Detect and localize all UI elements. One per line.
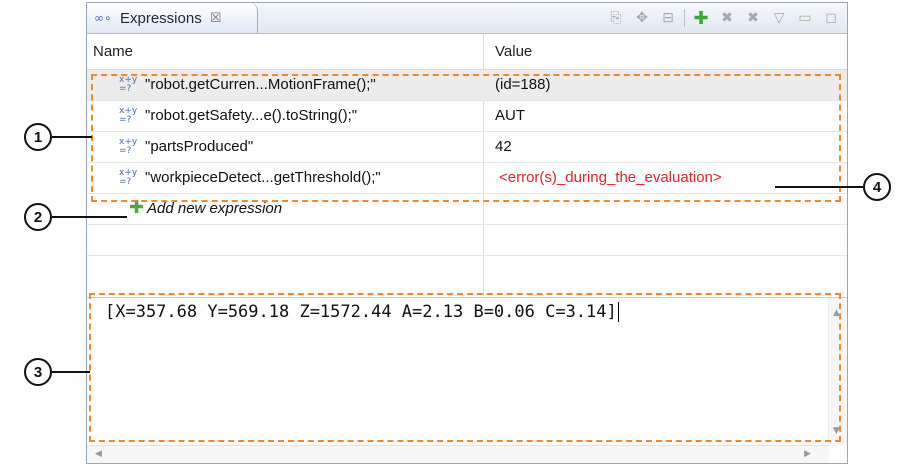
- callout-2-leader: [52, 216, 127, 218]
- toolbar-separator: [684, 9, 685, 27]
- empty-row: [87, 225, 847, 256]
- minimize-icon[interactable]: ▭: [795, 8, 815, 28]
- add-new-expression-label[interactable]: Add new expression: [147, 200, 282, 217]
- maximize-icon[interactable]: ◻: [821, 8, 841, 28]
- callout-3: 3: [24, 358, 52, 386]
- show-type-names-icon[interactable]: ⎘: [606, 8, 626, 28]
- remove-all-expressions-icon[interactable]: ✖: [743, 8, 763, 28]
- horizontal-scrollbar[interactable]: ◀ ▶: [87, 445, 829, 463]
- highlight-expressions: [91, 74, 841, 202]
- callout-3-leader: [52, 371, 90, 373]
- scroll-left-icon[interactable]: ◀: [95, 449, 102, 459]
- add-watch-expression-icon[interactable]: ✚: [691, 8, 711, 29]
- view-tab-bar: ∞∘ Expressions ☒ ⎘ ✥ ⊟ ✚ ✖ ✖ ▽ ▭ ◻: [87, 3, 847, 34]
- highlight-detail-pane: [89, 293, 841, 442]
- column-header-name[interactable]: Name: [93, 43, 133, 60]
- tab-close-icon[interactable]: ☒: [210, 11, 222, 26]
- remove-expression-icon[interactable]: ✖: [717, 8, 737, 28]
- expressions-view-icon: ∞∘: [94, 11, 112, 25]
- callout-2: 2: [24, 203, 52, 231]
- view-menu-icon[interactable]: ▽: [769, 8, 789, 28]
- table-header: Name Value: [87, 34, 847, 70]
- tab-expressions[interactable]: ∞∘ Expressions ☒: [87, 3, 258, 33]
- tab-title: Expressions: [120, 9, 202, 27]
- scroll-right-icon[interactable]: ▶: [804, 449, 811, 459]
- callout-1-leader: [52, 136, 92, 138]
- callout-1: 1: [24, 123, 52, 151]
- collapse-all-icon[interactable]: ⊟: [658, 8, 678, 28]
- column-header-value[interactable]: Value: [495, 43, 532, 60]
- view-toolbar: ⎘ ✥ ⊟ ✚ ✖ ✖ ▽ ▭ ◻: [606, 8, 841, 29]
- callout-4-leader: [775, 186, 863, 188]
- callout-4: 4: [863, 173, 891, 201]
- show-logical-structure-icon[interactable]: ✥: [632, 8, 652, 28]
